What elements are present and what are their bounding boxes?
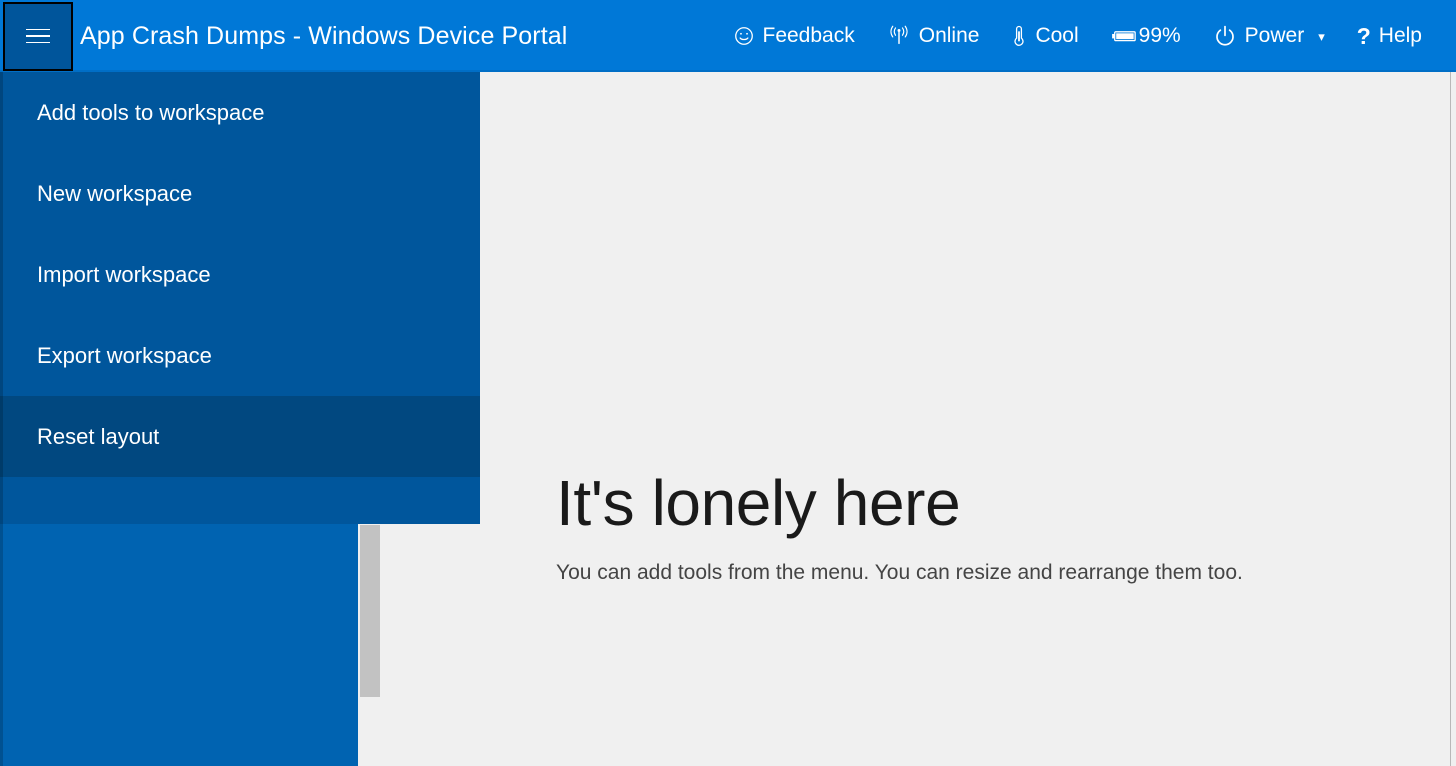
battery-percent-label: 99% (1138, 24, 1181, 47)
hamburger-icon (26, 28, 50, 45)
empty-workspace-message: It's lonely here You can add tools from … (556, 467, 1356, 585)
feedback-label: Feedback (762, 24, 855, 47)
power-icon (1213, 24, 1237, 48)
online-label: Online (918, 24, 980, 47)
chevron-down-icon: ▾ (1318, 28, 1325, 44)
menu-item-export-workspace[interactable]: Export workspace (0, 315, 480, 396)
empty-workspace-subtitle: You can add tools from the menu. You can… (556, 561, 1243, 585)
menu-item-reset-layout[interactable]: Reset layout (0, 396, 480, 477)
power-menu-button[interactable]: Power ▾ (1197, 0, 1341, 72)
hamburger-menu-button[interactable] (3, 2, 73, 71)
device-portal-window: Hologram Stability Kiosk mode Logging Ma… (0, 0, 1456, 766)
online-status-button[interactable]: Online (871, 0, 996, 72)
battery-icon (1111, 27, 1137, 45)
menu-item-new-workspace[interactable]: New workspace (0, 153, 480, 234)
temperature-label: Cool (1035, 24, 1079, 47)
question-mark-icon: ? (1356, 22, 1371, 49)
menu-item-label: Reset layout (37, 424, 160, 449)
sidebar-scrollbar-thumb[interactable] (360, 525, 380, 697)
help-label: Help (1378, 24, 1422, 47)
smiley-face-icon (733, 25, 755, 47)
broadcast-icon (887, 25, 911, 47)
menu-item-add-tools-to-workspace[interactable]: Add tools to workspace (0, 72, 480, 153)
menu-item-label: New workspace (37, 181, 193, 206)
menu-item-label: Add tools to workspace (37, 100, 265, 125)
menu-item-import-workspace[interactable]: Import workspace (0, 234, 480, 315)
workspace-flyout-menu[interactable]: Add tools to workspace New workspace Imp… (0, 72, 480, 524)
battery-status[interactable]: 99% (1095, 0, 1197, 72)
empty-workspace-title: It's lonely here (556, 467, 961, 539)
feedback-button[interactable]: Feedback (717, 0, 871, 72)
menu-item-label: Import workspace (37, 262, 211, 287)
thermometer-icon (1011, 23, 1027, 49)
temperature-button[interactable]: Cool (995, 0, 1094, 72)
page-title: App Crash Dumps - Windows Device Portal (80, 22, 568, 50)
window-right-edge (1450, 72, 1451, 766)
help-button[interactable]: ? Help (1341, 0, 1438, 72)
menu-item-label: Export workspace (37, 343, 212, 368)
title-bar-actions: Feedback Online Cool 99% Power ▾ ? Help (717, 0, 1439, 72)
power-label: Power (1244, 24, 1305, 47)
title-bar: App Crash Dumps - Windows Device Portal … (0, 0, 1456, 72)
